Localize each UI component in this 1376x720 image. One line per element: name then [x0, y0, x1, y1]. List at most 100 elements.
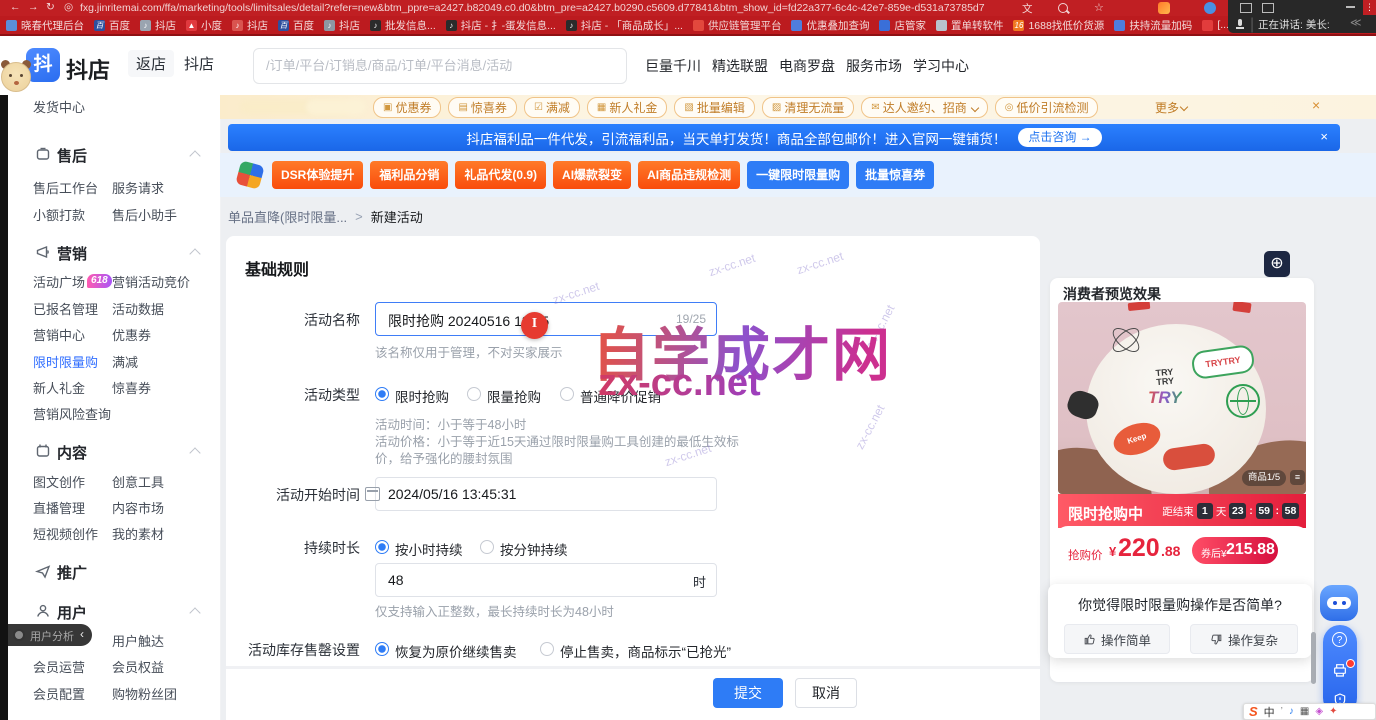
sidebar-item[interactable]: 创意工具 — [112, 472, 164, 491]
section-content[interactable]: 内容 — [57, 442, 87, 463]
extension-icon[interactable] — [1158, 2, 1170, 14]
nav-market[interactable]: 服务市场 — [846, 56, 902, 76]
one-key-limitsales-button[interactable]: 一键限时限量购 — [747, 161, 849, 189]
sidebar-item-shipping[interactable]: 发货中心 — [33, 97, 85, 116]
sidebar-item[interactable]: 优惠券 — [112, 325, 151, 344]
bookmark-item[interactable]: [... — [1202, 19, 1229, 31]
breadcrumb-parent[interactable]: 单品直降(限时限量... — [228, 207, 347, 226]
sidebar-item[interactable]: 已报名管理 — [33, 299, 98, 318]
chevron-up-icon[interactable] — [189, 248, 200, 259]
sidebar-item[interactable]: 内容市场 — [112, 498, 164, 517]
section-user[interactable]: 用户 — [57, 602, 87, 623]
nav-luopan[interactable]: 电商罗盘 — [779, 56, 835, 76]
clear-traffic-pill[interactable]: ▨清理无流量 — [762, 97, 854, 118]
banner-close-icon[interactable]: × — [1320, 129, 1328, 144]
bookmark-star-icon[interactable]: ☆ — [1094, 1, 1104, 14]
bookmark-item[interactable]: ♪批发信息... — [370, 18, 436, 33]
submit-button[interactable]: 提交 — [713, 678, 783, 708]
duration-input[interactable]: 48 时 — [375, 563, 717, 597]
sidebar-item[interactable]: 营销活动竞价 — [112, 272, 190, 291]
consult-button[interactable]: 点击咨询 → — [1018, 128, 1101, 147]
minimize-icon[interactable] — [1346, 6, 1355, 8]
window-icon[interactable] — [1262, 3, 1274, 13]
sidebar-item[interactable]: 新人礼金 — [33, 378, 85, 397]
dsr-button[interactable]: DSR体验提升 — [272, 161, 363, 189]
ai-violation-button[interactable]: AI商品违规检测 — [638, 161, 740, 189]
coupon-pill[interactable]: ▣优惠券 — [373, 97, 441, 118]
radio-limit-qty[interactable] — [467, 387, 481, 401]
sidebar-item[interactable]: 活动广场618 — [33, 272, 112, 291]
nav-learn[interactable]: 学习中心 — [913, 56, 969, 76]
section-marketing[interactable]: 营销 — [57, 243, 87, 264]
sidebar-item[interactable]: 直播管理 — [33, 498, 85, 517]
bookmark-item[interactable]: 店管家 — [879, 18, 926, 33]
sidebar-item[interactable]: 用户触达 — [112, 631, 164, 650]
radio-normal-discount[interactable] — [560, 387, 574, 401]
feedback-complex-button[interactable]: 操作复杂 — [1190, 624, 1298, 654]
bookmark-item[interactable]: 供应链管理平台 — [693, 18, 782, 33]
url-bar[interactable]: fxg.jinritemai.com/ffa/marketing/tools/l… — [80, 2, 1010, 14]
ime-voice-icon[interactable]: ♪ — [1289, 706, 1294, 717]
nav-qianchuan[interactable]: 巨量千川 — [645, 56, 701, 76]
gift-dropship-button[interactable]: 礼品代发(0.9) — [455, 161, 546, 189]
bookmark-item[interactable]: ♪抖店 — [324, 18, 360, 33]
ai-hot-button[interactable]: AI爆款裂变 — [553, 161, 631, 189]
bookmark-item[interactable]: 扶持流量加码 — [1114, 18, 1192, 33]
radio-stop-sale[interactable] — [540, 642, 554, 656]
bookmark-item[interactable]: ▲小度 — [186, 18, 222, 33]
bookmark-item[interactable]: 161688找低价货源 — [1013, 18, 1104, 33]
calendar-icon[interactable] — [365, 487, 380, 501]
feedback-simple-button[interactable]: 操作简单 — [1064, 624, 1170, 654]
ime-skin-icon[interactable]: ◈ — [1315, 706, 1323, 717]
search-input[interactable]: /订单/平台/订销息/商品/订单/平台消息/活动 — [253, 48, 627, 84]
sidebar-item[interactable]: 售后工作台 — [33, 178, 98, 197]
newcomer-gift-pill[interactable]: ▦新人礼金 — [587, 97, 667, 118]
sidebar-item[interactable]: 活动数据 — [112, 299, 164, 318]
sidebar-item[interactable]: 营销中心 — [33, 325, 85, 344]
tab-shop[interactable]: 抖店 — [184, 53, 214, 74]
section-aftersale[interactable]: 售后 — [57, 145, 87, 166]
browser-menu-icon[interactable]: ⋮ — [1363, 0, 1376, 15]
bookmark-item[interactable]: 百百度 — [94, 18, 130, 33]
ime-punct-icon[interactable]: ’ — [1281, 706, 1283, 717]
profile-avatar[interactable] — [1204, 2, 1216, 14]
sidebar-item-limitsales-active[interactable]: 限时限量购 — [33, 352, 98, 371]
back-icon[interactable]: ← — [10, 1, 21, 13]
sidebar-item[interactable]: 惊喜券 — [112, 378, 151, 397]
site-info-icon[interactable]: ◎ — [64, 1, 73, 13]
radio-by-hour[interactable] — [375, 540, 389, 554]
window-icon[interactable] — [1240, 3, 1252, 13]
scrollbar-thumb[interactable] — [1311, 632, 1316, 684]
nav-lianmeng[interactable]: 精选联盟 — [712, 56, 768, 76]
start-time-input[interactable]: 2024/05/16 13:45:31 — [375, 477, 717, 511]
sidebar-item[interactable]: 会员配置 — [33, 684, 85, 703]
bookmark-item[interactable]: ♪抖店 — [140, 18, 176, 33]
sidebar-item[interactable]: 会员权益 — [112, 657, 164, 676]
assistant-robot-avatar[interactable] — [1320, 585, 1358, 621]
gallery-icon[interactable]: ≡ — [1290, 470, 1305, 485]
batch-edit-pill[interactable]: ▧批量编辑 — [674, 97, 754, 118]
overlay-ghost-label[interactable]: 用户分析 — [30, 628, 74, 644]
collapse-left-icon[interactable]: ‹ — [80, 627, 84, 641]
chevron-up-icon[interactable] — [189, 447, 200, 458]
app-logo-text[interactable]: 抖店 — [66, 53, 110, 85]
invite-pill[interactable]: ✉达人邀约、招商 — [861, 97, 987, 118]
bookmark-item[interactable]: ♪抖店 - 扌-蛋发信息... — [446, 18, 556, 33]
sidebar-item[interactable]: 服务请求 — [112, 178, 164, 197]
sidebar-item[interactable]: 我的素材 — [112, 524, 164, 543]
tab-back-shop[interactable]: 返店 — [128, 50, 174, 77]
bookmark-item[interactable]: ♪抖店 - 「商品成长」... — [566, 18, 683, 33]
ime-toolbox-icon[interactable]: ✦ — [1329, 706, 1337, 717]
radio-by-minute[interactable] — [480, 540, 494, 554]
translate-icon[interactable]: 文 — [1022, 1, 1033, 16]
sidebar-item[interactable]: 短视频创作 — [33, 524, 98, 543]
ime-logo[interactable]: S — [1249, 704, 1258, 719]
price-detect-pill[interactable]: ◎低价引流检测 — [995, 97, 1099, 118]
search-icon[interactable] — [1058, 3, 1068, 13]
chevron-up-icon[interactable] — [189, 150, 200, 161]
bookmark-item[interactable]: 优惠叠加查询 — [791, 18, 869, 33]
bookmark-item[interactable]: 晓春代理后台 — [6, 18, 84, 33]
sidebar-item[interactable]: 售后小助手 — [112, 205, 177, 224]
zoom-in-icon[interactable]: ⊕ — [1264, 251, 1290, 277]
sidebar-item[interactable]: 图文创作 — [33, 472, 85, 491]
